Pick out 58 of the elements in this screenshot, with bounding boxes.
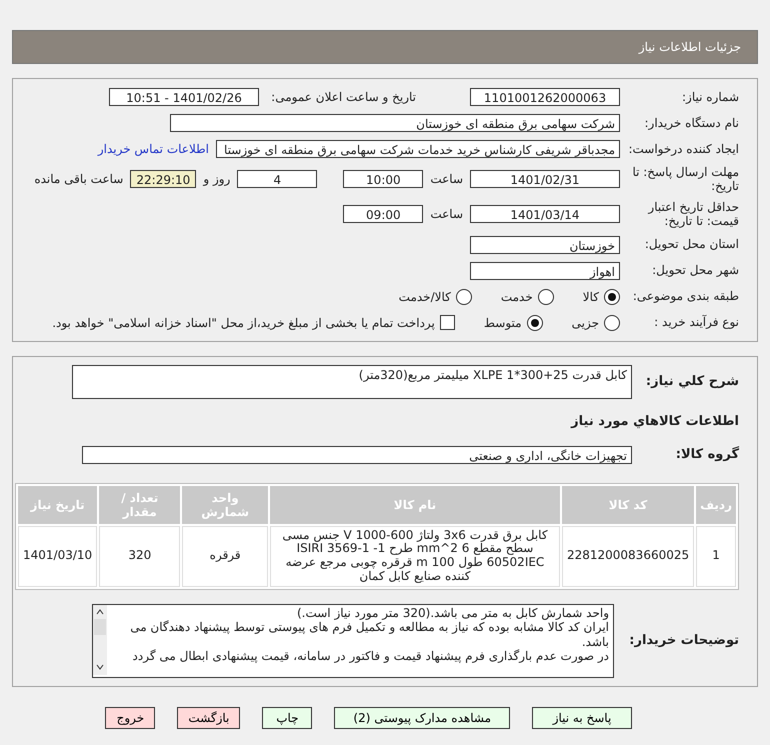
checkbox-label: پرداخت تمام یا بخشی از مبلغ خرید،از محل "اسناد خزانه اسلامی" خواهد بود. — [52, 316, 435, 330]
buyer-field: شرکت سهامی برق منطقه ای خوزستان — [170, 114, 620, 132]
table-cell: 1 — [696, 526, 736, 587]
table-cell: کابل برق قدرت 3x6 ولتاژ 600-1000 V جنس مسی سطح مقطع 6 mm^2 طرح ISIRI 3569-1 -1 60502IEC طول 100 m قرقره چوبی مرجع عرضه کننده صنایع کابل کمان — [270, 526, 560, 587]
time-label: ساعت — [430, 207, 463, 222]
field-label: حداقل تاریخ اعتبار قیمت: تا تاریخ: — [646, 200, 739, 229]
action-button[interactable]: پاسخ به نیاز — [532, 706, 632, 729]
section-title: اطلاعات کالاهاي مورد نياز — [570, 414, 739, 430]
checkbox[interactable] — [440, 315, 455, 330]
notes-text: واحد شمارش کابل به متر می باشد.(320 متر مورد نیاز است.) ایران کد کالا مشابه بوده که نیاز به مطالعه و تکمیل فرم های پیوستی توسط پیشنهاد دهندگان می باشد. در صورت عدم بارگذاری فرم پیشنهاد قیمت و فاکتور در سامانه، قیمت پیشنهادی ابطال می گردد — [129, 604, 610, 665]
requester-field: مجدباقر شریفی کارشناس خرید خدمات شرکت سهامی برق منطقه ای خوزستا — [216, 140, 620, 158]
time-label: ساعت — [430, 172, 463, 186]
action-button[interactable]: بازگشت — [177, 706, 240, 729]
field-label: شرح کلي نياز: — [644, 374, 739, 390]
announce-date-field: 1401/02/26 - 10:51 — [109, 88, 259, 106]
field-label: استان محل تحویل: — [644, 237, 739, 252]
radio-button[interactable] — [456, 288, 472, 305]
radio-button[interactable] — [604, 314, 620, 331]
days-field: 4 — [237, 170, 318, 188]
field-label: شماره نیاز: — [681, 90, 739, 104]
radio-label: کالا/خدمت — [398, 290, 451, 304]
field-label: نام دستگاه خریدار: — [644, 116, 739, 130]
need-number-field: 1101001262000063 — [470, 88, 620, 106]
radio-label: کالا — [582, 290, 599, 304]
deadline-time-field: 10:00 — [343, 170, 424, 188]
validity-date-field: 1401/03/14 — [470, 205, 620, 224]
table-cell: 320 — [99, 526, 180, 587]
field-label: گروه کالا: — [674, 446, 739, 462]
radio-label: متوسط — [484, 316, 522, 330]
radio-button[interactable] — [538, 288, 554, 305]
city-field: اهواز — [470, 262, 620, 280]
action-button[interactable]: مشاهده مدارک پیوستی (2) — [334, 706, 510, 729]
table-cell: 1401/03/10 — [18, 526, 98, 587]
table-cell: 2281200083660025 — [562, 526, 694, 587]
field-label: تاریخ و ساعت اعلان عمومی: — [270, 90, 416, 104]
validity-time-field: 09:00 — [343, 205, 424, 224]
radio-button[interactable] — [526, 314, 543, 331]
action-button[interactable]: خروج — [105, 706, 156, 729]
radio-button[interactable] — [604, 288, 620, 305]
table-cell: قرقره — [182, 526, 268, 587]
radio-label: جزیی — [572, 316, 599, 330]
action-button[interactable]: چاپ — [262, 706, 312, 729]
goods-group-field: تجهیزات خانگی، اداری و صنعتی — [82, 446, 632, 464]
field-label: ایجاد کننده درخواست: — [627, 142, 739, 156]
field-label: نوع فرآیند خرید : — [653, 315, 739, 330]
radio-label: خدمت — [500, 290, 533, 304]
field-label: شهر محل تحویل: — [651, 263, 739, 278]
remaining-label: ساعت باقی مانده — [34, 172, 124, 186]
field-label: توضیحات خریدار: — [628, 632, 739, 649]
summary-field: کابل قدرت 25+300*1 XLPE ميليمتر مربع(320متر) — [72, 364, 632, 399]
field-label: مهلت ارسال پاسخ: تا تاریخ: — [631, 165, 739, 194]
buyer-contact-link[interactable]: اطلاعات تماس خریدار — [98, 142, 209, 156]
deadline-date-field: 1401/02/31 — [470, 170, 620, 188]
field-label: طبقه بندی موضوعی: — [632, 289, 739, 304]
days-label: روز و — [203, 172, 230, 186]
page-title: جزئیات اطلاعات نیاز — [12, 30, 758, 64]
remaining-time-field: 22:29:10 — [130, 170, 196, 188]
province-field: خوزستان — [470, 236, 620, 254]
